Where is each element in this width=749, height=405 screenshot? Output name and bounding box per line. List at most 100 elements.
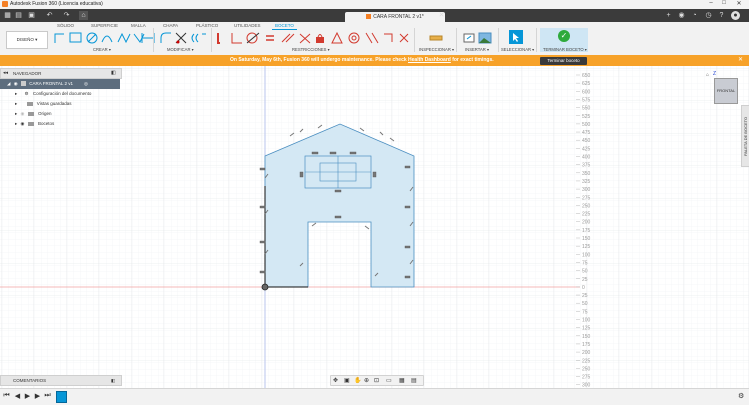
extensions-icon[interactable]: ◉ — [677, 11, 686, 20]
notifications-icon[interactable]: ◷ — [704, 11, 713, 20]
orbit-icon[interactable]: ✥ — [333, 377, 338, 384]
visibility-icon[interactable]: ◉ — [21, 121, 25, 126]
step-forward-icon[interactable]: ▶ — [33, 392, 42, 400]
navigator-item-root[interactable]: ◢ ◉ CARA FRONTAL 2 v1 ◎ — [0, 79, 120, 89]
help-icon[interactable]: ? — [717, 11, 726, 20]
expand-icon[interactable]: ▸ — [15, 121, 17, 126]
finish-sketch-banner-button[interactable]: Terminar boceto — [540, 56, 587, 65]
collinear-icon[interactable] — [365, 32, 379, 44]
tangent-icon[interactable] — [246, 32, 260, 44]
finish-sketch-menu[interactable]: TERMINAR BOCETO ▾ — [543, 47, 587, 52]
navigator-item-origin[interactable]: ▸ ◉ Origen — [0, 109, 120, 119]
tab-utilities[interactable]: UTILIDADES — [234, 23, 261, 28]
measure-icon[interactable] — [428, 30, 444, 46]
fit-icon[interactable]: ⊡ — [374, 377, 379, 384]
expand-icon[interactable]: ◢ — [7, 81, 10, 86]
maximize-icon[interactable]: □ — [718, 0, 730, 6]
perpendicular-icon[interactable] — [299, 33, 311, 44]
play-icon[interactable]: ▶ — [23, 392, 32, 400]
concentric-icon[interactable] — [348, 32, 360, 44]
polygon-icon[interactable] — [117, 32, 131, 44]
health-dashboard-link[interactable]: Health Dashboard — [408, 57, 451, 63]
home-icon[interactable]: ⌂ — [79, 11, 88, 20]
inspect-menu[interactable]: INSPECCIONAR ▾ — [419, 47, 454, 52]
symmetry-icon[interactable] — [384, 33, 393, 42]
fillet-icon[interactable] — [160, 32, 171, 43]
create-menu[interactable]: CREAR ▾ — [93, 47, 111, 52]
insert-menu[interactable]: INSERTAR ▾ — [465, 47, 489, 52]
close-icon[interactable]: ✕ — [733, 0, 745, 7]
origin-point[interactable] — [261, 283, 269, 291]
horizontal-vertical-icon[interactable] — [217, 33, 220, 44]
close-tab-icon[interactable]: ✕ — [437, 11, 446, 20]
grid-settings-icon[interactable]: ▦ — [399, 377, 405, 384]
timeline-settings-icon[interactable]: ⚙ — [738, 392, 744, 400]
redo-icon[interactable]: ↷ — [62, 11, 71, 20]
file-icon[interactable]: ▤ — [14, 11, 23, 20]
offset-icon[interactable] — [191, 33, 206, 43]
ruler-label: 200 — [582, 350, 591, 356]
navigator-item-sketches[interactable]: ▸ ◉ Bocetos — [0, 119, 120, 129]
pan-icon[interactable]: ✋ — [354, 377, 361, 384]
navigator-item-saved-views[interactable]: ▸ Vistas guardadas — [0, 99, 120, 109]
viewport-settings-icon[interactable]: ▤ — [411, 377, 417, 384]
rectangle-icon[interactable] — [69, 32, 82, 43]
visibility-icon[interactable]: ◉ — [14, 81, 18, 86]
tab-solid[interactable]: SÓLIDO — [57, 23, 74, 28]
sketch-palette-tab[interactable]: PALETA DE BOCETO — [741, 105, 749, 167]
go-to-end-icon[interactable]: ⏭ — [43, 392, 52, 400]
document-tab[interactable]: CARA FRONTAL 2 v1* — [345, 12, 445, 22]
undo-icon[interactable]: ↶ — [45, 11, 54, 20]
modify-menu[interactable]: MODIFICAR ▾ — [167, 47, 194, 52]
zoom-icon[interactable]: ⊕ — [364, 377, 369, 384]
tab-sketch[interactable]: BOCETO — [272, 23, 297, 30]
grid-menu-icon[interactable]: ▦ — [3, 11, 12, 20]
jobs-icon[interactable]: ◔ — [690, 11, 699, 20]
midpoint-icon[interactable] — [331, 31, 343, 44]
trim-icon[interactable] — [175, 32, 187, 44]
navigator-item-settings[interactable]: ▸ ⚙ Configuración del documento — [0, 89, 120, 99]
tab-surface[interactable]: SUPERFICIE — [91, 23, 118, 28]
curvature-icon[interactable] — [399, 33, 409, 43]
ruler-label: 0 — [582, 285, 585, 291]
go-to-start-icon[interactable]: ⏮ — [2, 392, 11, 400]
equal-icon[interactable] — [266, 35, 274, 41]
select-icon[interactable] — [509, 30, 523, 44]
tab-mesh[interactable]: MALLA — [131, 23, 146, 28]
step-back-icon[interactable]: ◀ — [13, 392, 22, 400]
save-icon[interactable]: ▣ — [27, 11, 36, 20]
constraints-menu[interactable]: RESTRICCIONES ▾ — [292, 47, 330, 52]
collapse-icon[interactable]: ◂◂ — [3, 69, 8, 78]
display-settings-icon[interactable]: ▭ — [386, 377, 392, 384]
dimension-icon[interactable] — [140, 30, 160, 46]
minimize-icon[interactable]: – — [705, 0, 717, 6]
fix-icon[interactable] — [316, 34, 324, 44]
arc-icon[interactable] — [101, 35, 113, 43]
circle-icon[interactable] — [86, 32, 98, 44]
home-view-icon[interactable]: ⌂ — [706, 72, 709, 78]
radio-icon[interactable]: ◎ — [84, 79, 88, 89]
ruler-label: 75 — [582, 260, 588, 266]
look-at-icon[interactable]: ▣ — [344, 377, 350, 384]
parallel-icon[interactable] — [281, 33, 295, 43]
avatar[interactable]: ● — [731, 11, 740, 20]
checkmark-icon[interactable]: ✓ — [558, 30, 570, 42]
expand-icon[interactable]: ▸ — [15, 101, 17, 106]
tab-sheet-metal[interactable]: CHAPA — [163, 23, 178, 28]
coincident-icon[interactable] — [231, 33, 242, 44]
insert-derive-icon[interactable] — [463, 33, 475, 43]
pin-icon[interactable]: ◧ — [111, 69, 116, 78]
timeline-sketch-feature[interactable] — [56, 391, 67, 403]
banner-close-icon[interactable]: ✕ — [738, 56, 743, 63]
line-icon[interactable] — [54, 33, 64, 43]
expand-icon[interactable]: ▸ — [15, 111, 17, 116]
workspace-selector[interactable]: DISEÑO ▾ — [6, 31, 48, 49]
tab-plastic[interactable]: PLÁSTICO — [196, 23, 218, 28]
comments-pin-icon[interactable]: ◧ — [111, 376, 115, 385]
viewcube[interactable]: FRONTAL — [714, 78, 738, 104]
visibility-icon[interactable]: ◉ — [21, 111, 25, 116]
insert-image-icon[interactable] — [478, 32, 492, 44]
expand-icon[interactable]: ▸ — [15, 91, 17, 96]
select-menu[interactable]: SELECCIONAR ▾ — [501, 47, 534, 52]
new-tab-icon[interactable]: + — [664, 11, 673, 20]
